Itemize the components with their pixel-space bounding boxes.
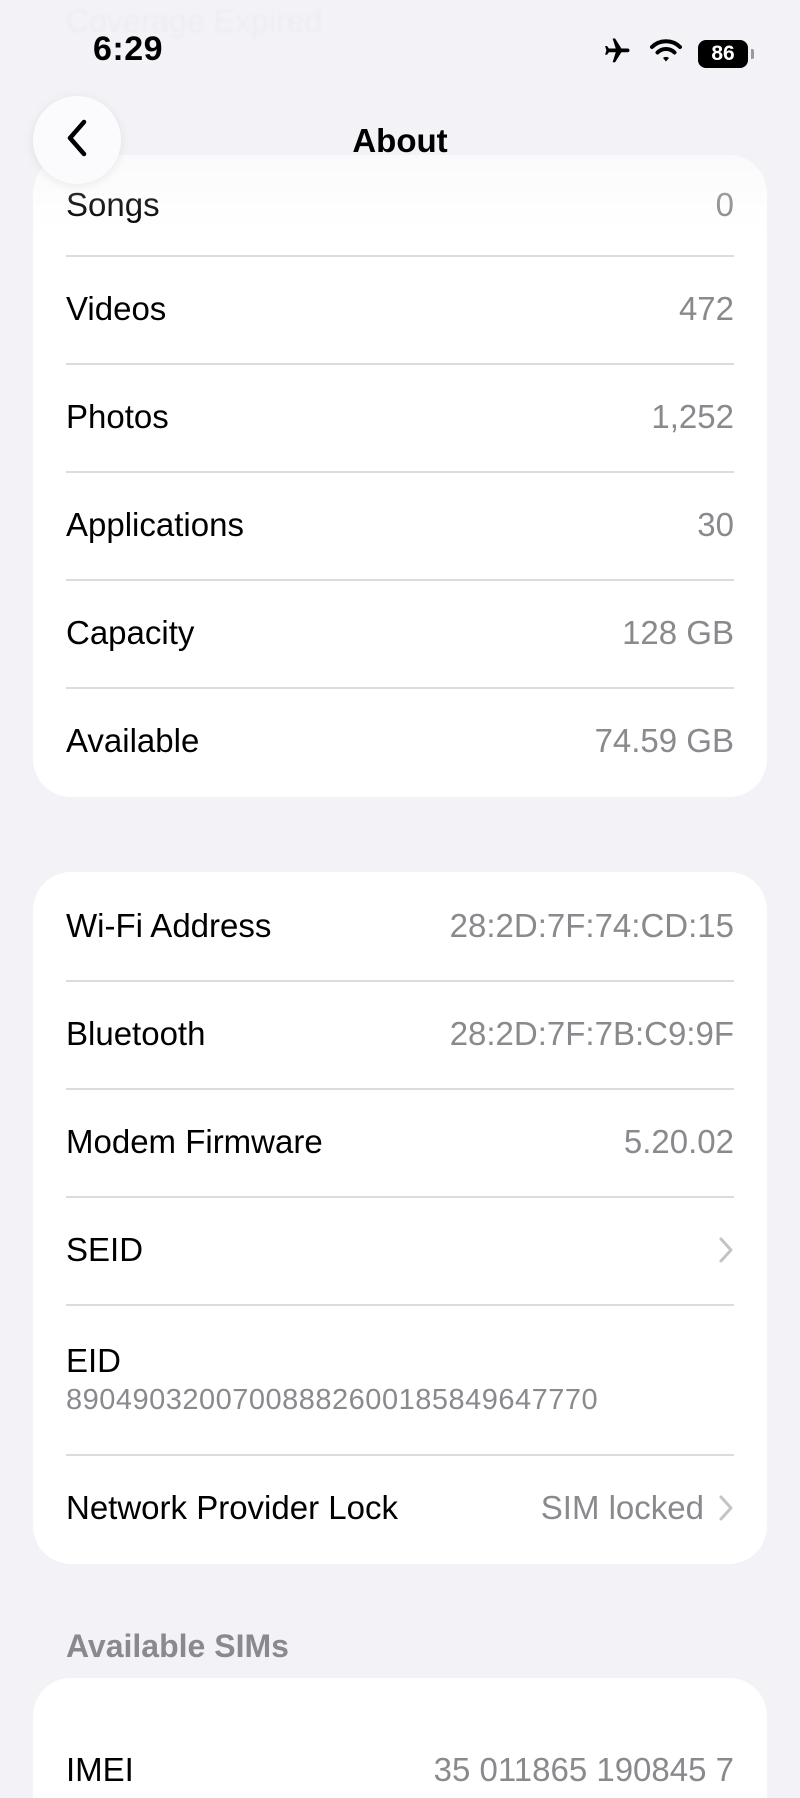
- applications-label: Applications: [66, 506, 244, 543]
- available-sims-header: Available SIMs: [66, 1628, 289, 1664]
- page-title: About: [352, 122, 448, 159]
- available-label: Available: [66, 722, 200, 759]
- eid-value: 89049032007008882600185849647770: [66, 1383, 599, 1416]
- wifi-address-row[interactable]: Wi-Fi Address 28:2D:7F:74:CD:15: [33, 872, 767, 980]
- videos-value: 472: [678, 290, 734, 327]
- applications-row: Applications 30: [33, 471, 767, 579]
- imei-row[interactable]: IMEI 35 011865 190845 7: [33, 1678, 767, 1788]
- wifi-address-label: Wi-Fi Address: [66, 907, 272, 944]
- navigation-bar: About: [0, 90, 800, 190]
- seid-label: SEID: [66, 1231, 144, 1268]
- capacity-row: Capacity 128 GB: [33, 579, 767, 687]
- available-value: 74.59 GB: [594, 722, 734, 759]
- modem-firmware-value: 5.20.02: [623, 1123, 734, 1160]
- photos-label: Photos: [66, 398, 169, 435]
- imei-value: 35 011865 190845 7: [433, 1751, 734, 1788]
- capacity-label: Capacity: [66, 614, 195, 651]
- capacity-value: 128 GB: [622, 614, 734, 651]
- media-info-group: Songs 0 Videos 472 Photos 1,252 Applicat…: [33, 155, 767, 797]
- available-row: Available 74.59 GB: [33, 687, 767, 795]
- network-provider-lock-label: Network Provider Lock: [66, 1489, 398, 1526]
- modem-firmware-label: Modem Firmware: [66, 1123, 323, 1160]
- bluetooth-label: Bluetooth: [66, 1015, 206, 1052]
- modem-firmware-row[interactable]: Modem Firmware 5.20.02: [33, 1088, 767, 1196]
- status-time: 6:29: [93, 30, 164, 68]
- imei-label: IMEI: [66, 1751, 134, 1788]
- battery-level: 86: [711, 41, 735, 65]
- bluetooth-value: 28:2D:7F:7B:C9:9F: [449, 1015, 734, 1052]
- songs-value: 0: [715, 186, 734, 223]
- airplane-mode-icon: [600, 36, 634, 71]
- battery-icon: 86: [698, 39, 754, 68]
- bluetooth-row[interactable]: Bluetooth 28:2D:7F:7B:C9:9F: [33, 980, 767, 1088]
- videos-row: Videos 472: [33, 255, 767, 363]
- network-provider-lock-row[interactable]: Network Provider Lock SIM locked: [33, 1454, 767, 1562]
- eid-label: EID: [66, 1341, 122, 1379]
- network-provider-lock-value: SIM locked: [540, 1489, 704, 1526]
- applications-value: 30: [697, 506, 734, 543]
- network-info-group: Wi-Fi Address 28:2D:7F:74:CD:15 Bluetoot…: [33, 872, 767, 1564]
- seid-row[interactable]: SEID: [33, 1196, 767, 1304]
- chevron-right-icon: [718, 1494, 734, 1522]
- chevron-right-icon: [718, 1236, 734, 1264]
- photos-value: 1,252: [651, 398, 734, 435]
- wifi-icon: [650, 38, 682, 69]
- wifi-address-value: 28:2D:7F:74:CD:15: [449, 907, 734, 944]
- songs-label: Songs: [66, 186, 160, 223]
- eid-row[interactable]: EID 89049032007008882600185849647770: [33, 1304, 767, 1454]
- status-icons: 86: [600, 36, 754, 71]
- videos-label: Videos: [66, 290, 167, 327]
- photos-row: Photos 1,252: [33, 363, 767, 471]
- sims-group: IMEI 35 011865 190845 7: [33, 1678, 767, 1798]
